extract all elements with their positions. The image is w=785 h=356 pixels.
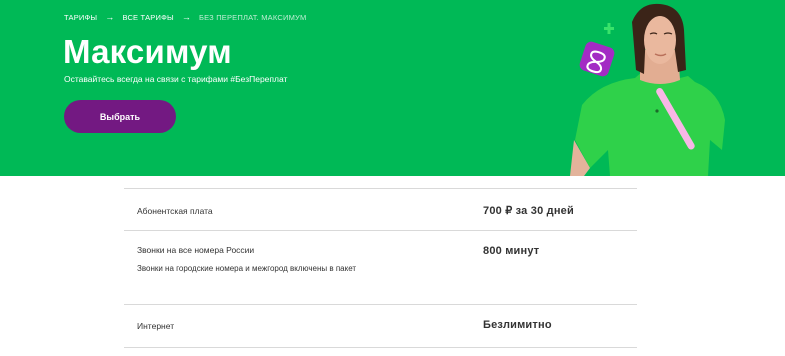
table-row: Интернет Безлимитно <box>124 304 637 348</box>
tariff-details: Абонентская плата 700 ₽ за 30 дней Звонк… <box>124 188 637 348</box>
hero-illustration <box>570 3 725 176</box>
calls-value: 800 минут <box>483 245 540 257</box>
breadcrumb-tariffs-link[interactable]: ТАРИФЫ <box>64 13 97 22</box>
page-subtitle: Оставайтесь всегда на связи с тарифами #… <box>64 74 288 84</box>
person-face <box>644 16 676 64</box>
table-row: Абонентская плата 700 ₽ за 30 дней <box>124 188 637 230</box>
infinity-icon <box>579 41 615 77</box>
breadcrumb-current: БЕЗ ПЕРЕПЛАТ. МАКСИМУМ <box>199 12 307 22</box>
breadcrumb-all-tariffs-link[interactable]: ВСЕ ТАРИФЫ <box>122 13 173 22</box>
internet-value: Безлимитно <box>483 319 552 331</box>
internet-label: Интернет <box>137 321 175 331</box>
select-tariff-button[interactable]: Выбрать <box>64 100 176 133</box>
page-title: Максимум <box>63 33 232 70</box>
hero-banner: ТАРИФЫ → ВСЕ ТАРИФЫ → БЕЗ ПЕРЕПЛАТ. МАКС… <box>0 0 785 176</box>
breadcrumb: ТАРИФЫ → ВСЕ ТАРИФЫ → БЕЗ ПЕРЕПЛАТ. МАКС… <box>64 12 306 22</box>
plus-icon <box>604 23 614 34</box>
calls-label: Звонки на все номера России <box>137 245 255 255</box>
fee-label: Абонентская плата <box>137 206 213 216</box>
fee-value: 700 ₽ за 30 дней <box>483 205 574 217</box>
calls-note: Звонки на городские номера и межгород вк… <box>137 264 357 273</box>
table-row: Звонки на все номера России 800 минут Зв… <box>124 230 637 304</box>
breadcrumb-separator: → <box>105 12 115 22</box>
person-shirt <box>575 72 725 176</box>
breadcrumb-separator: → <box>181 12 192 22</box>
